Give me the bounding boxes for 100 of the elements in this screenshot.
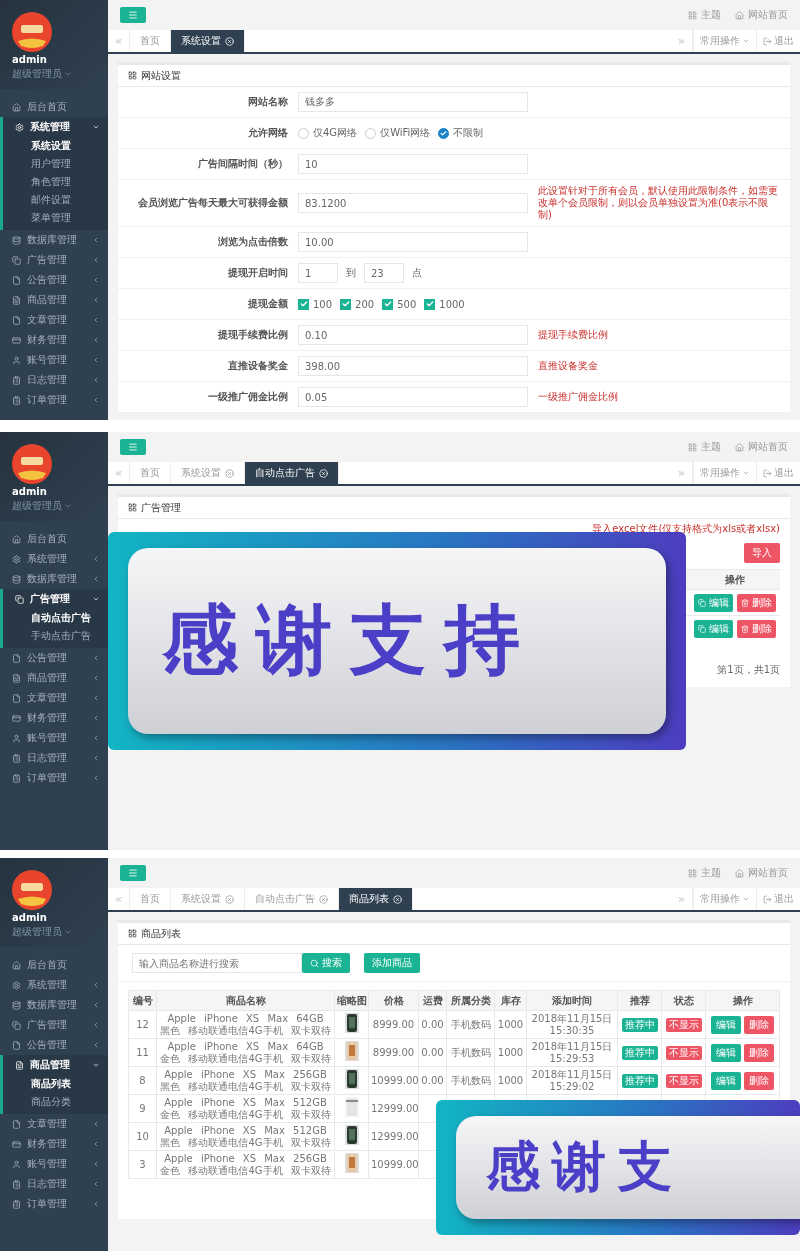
search-field[interactable]: 输入商品名称进行搜索 xyxy=(132,953,302,973)
menu-item[interactable]: 后台首页 xyxy=(0,529,108,549)
tab[interactable]: 自动点击广告 xyxy=(245,462,339,484)
radio-button[interactable] xyxy=(438,127,450,139)
menu-item[interactable]: 系统管理 xyxy=(0,975,108,995)
menu-item[interactable]: 商品管理 xyxy=(0,290,108,310)
checkbox[interactable] xyxy=(340,298,352,310)
caret-icon xyxy=(742,469,750,477)
import-button[interactable]: 导入 xyxy=(744,543,780,563)
menu-toggle-button[interactable] xyxy=(120,7,146,23)
field-label: 广告间隔时间（秒） xyxy=(197,157,288,171)
tab[interactable]: 商品列表 xyxy=(339,888,413,910)
text-input[interactable]: 0.05 xyxy=(298,387,528,407)
edit-button[interactable]: 编辑 xyxy=(710,1043,741,1062)
submenu-item[interactable]: 商品列表 xyxy=(3,1075,108,1093)
menu-item[interactable]: 文章管理 xyxy=(0,1114,108,1134)
tab[interactable]: 系统设置 xyxy=(171,30,245,52)
top-link[interactable]: 网站首页 xyxy=(735,866,788,880)
top-link[interactable]: 网站首页 xyxy=(735,440,788,454)
copy-icon xyxy=(15,594,24,604)
submenu-item[interactable]: 用户管理 xyxy=(3,155,108,173)
radio-button[interactable] xyxy=(365,127,377,139)
submenu-item[interactable]: 手动点击广告 xyxy=(3,627,108,645)
delete-button[interactable]: 删除 xyxy=(737,619,776,638)
column-header: 操作 xyxy=(705,990,780,1011)
text-input[interactable]: 0.10 xyxy=(298,325,528,345)
text-input[interactable]: 钱多多 xyxy=(298,92,528,112)
menu-item[interactable]: 广告管理 xyxy=(0,1015,108,1035)
role-dropdown[interactable]: 超级管理员 xyxy=(12,67,72,81)
submenu-item[interactable]: 角色管理 xyxy=(3,173,108,191)
menu-item[interactable]: 日志管理 xyxy=(0,1174,108,1194)
menu-item[interactable]: 账号管理 xyxy=(0,1154,108,1174)
role-dropdown[interactable]: 超级管理员 xyxy=(12,499,72,513)
menu-item[interactable]: 财务管理 xyxy=(0,330,108,350)
menu-item[interactable]: 数据库管理 xyxy=(0,230,108,250)
caret-icon xyxy=(742,37,750,45)
menu-item[interactable]: 订单管理 xyxy=(0,768,108,788)
submenu-item[interactable]: 邮件设置 xyxy=(3,191,108,209)
delete-button[interactable]: 删除 xyxy=(744,1043,775,1062)
menu-item[interactable]: 公告管理 xyxy=(0,648,108,668)
menu-item[interactable]: 订单管理 xyxy=(0,1194,108,1214)
text-input[interactable]: 1 xyxy=(298,263,338,283)
copy-icon xyxy=(698,624,706,633)
submenu-item[interactable]: 菜单管理 xyxy=(3,209,108,227)
delete-button[interactable]: 删除 xyxy=(737,593,776,612)
menu-item[interactable]: 系统管理 xyxy=(3,117,108,137)
role-dropdown[interactable]: 超级管理员 xyxy=(12,925,72,939)
home-icon xyxy=(12,960,21,970)
edit-button[interactable]: 编辑 xyxy=(694,619,733,638)
edit-button[interactable]: 编辑 xyxy=(710,1071,741,1090)
menu-item[interactable]: 账号管理 xyxy=(0,350,108,370)
menu-item[interactable]: 日志管理 xyxy=(0,370,108,390)
menu-item[interactable]: 广告管理 xyxy=(3,589,108,609)
menu-item[interactable]: 账号管理 xyxy=(0,728,108,748)
text-input[interactable]: 10.00 xyxy=(298,232,528,252)
add-product-button[interactable]: 添加商品 xyxy=(364,953,420,973)
menu-item[interactable]: 商品管理 xyxy=(0,668,108,688)
menu-item[interactable]: 日志管理 xyxy=(0,748,108,768)
checkbox[interactable] xyxy=(424,298,436,310)
submenu-item[interactable]: 自动点击广告 xyxy=(3,609,108,627)
radio-button[interactable] xyxy=(298,127,309,139)
top-link[interactable]: 网站首页 xyxy=(735,8,788,22)
text-input[interactable]: 398.00 xyxy=(298,356,528,376)
menu-item[interactable]: 文章管理 xyxy=(0,310,108,330)
search-button[interactable]: 搜索 xyxy=(302,953,350,973)
menu-item[interactable]: 财务管理 xyxy=(0,1134,108,1154)
top-link[interactable]: 主题 xyxy=(688,440,721,454)
menu-item[interactable]: 文章管理 xyxy=(0,688,108,708)
delete-button[interactable]: 删除 xyxy=(744,1015,775,1034)
logout-icon xyxy=(763,894,772,904)
menu-item[interactable]: 广告管理 xyxy=(0,250,108,270)
menu-item[interactable]: 财务管理 xyxy=(0,708,108,728)
menu-item[interactable]: 商品管理 xyxy=(3,1055,108,1075)
menu-item[interactable]: 公告管理 xyxy=(0,1035,108,1055)
grid-icon xyxy=(128,503,137,512)
submenu-item[interactable]: 系统设置 xyxy=(3,137,108,155)
chevron-icon xyxy=(92,575,100,583)
text-input[interactable]: 23 xyxy=(364,263,404,283)
menu-item[interactable]: 后台首页 xyxy=(0,955,108,975)
top-link[interactable]: 主题 xyxy=(688,866,721,880)
menu-item[interactable]: 数据库管理 xyxy=(0,569,108,589)
menu-item[interactable]: 后台首页 xyxy=(0,97,108,117)
chevron-icon xyxy=(92,1200,100,1208)
submenu-item[interactable]: 商品分类 xyxy=(3,1093,108,1111)
file-icon xyxy=(12,315,21,325)
menu-item[interactable]: 系统管理 xyxy=(0,549,108,569)
checkbox[interactable] xyxy=(298,298,309,310)
top-link[interactable]: 主题 xyxy=(688,8,721,22)
menu-item[interactable]: 数据库管理 xyxy=(0,995,108,1015)
chevron-icon xyxy=(92,296,100,304)
edit-button[interactable]: 编辑 xyxy=(710,1015,741,1034)
menu-toggle-button[interactable] xyxy=(120,865,146,881)
menu-item[interactable]: 公告管理 xyxy=(0,270,108,290)
text-input[interactable]: 83.1200 xyxy=(298,193,528,213)
text-input[interactable]: 10 xyxy=(298,154,528,174)
menu-toggle-button[interactable] xyxy=(120,439,146,455)
checkbox[interactable] xyxy=(382,298,394,310)
delete-button[interactable]: 删除 xyxy=(744,1071,775,1090)
menu-item[interactable]: 订单管理 xyxy=(0,390,108,410)
edit-button[interactable]: 编辑 xyxy=(694,593,733,612)
